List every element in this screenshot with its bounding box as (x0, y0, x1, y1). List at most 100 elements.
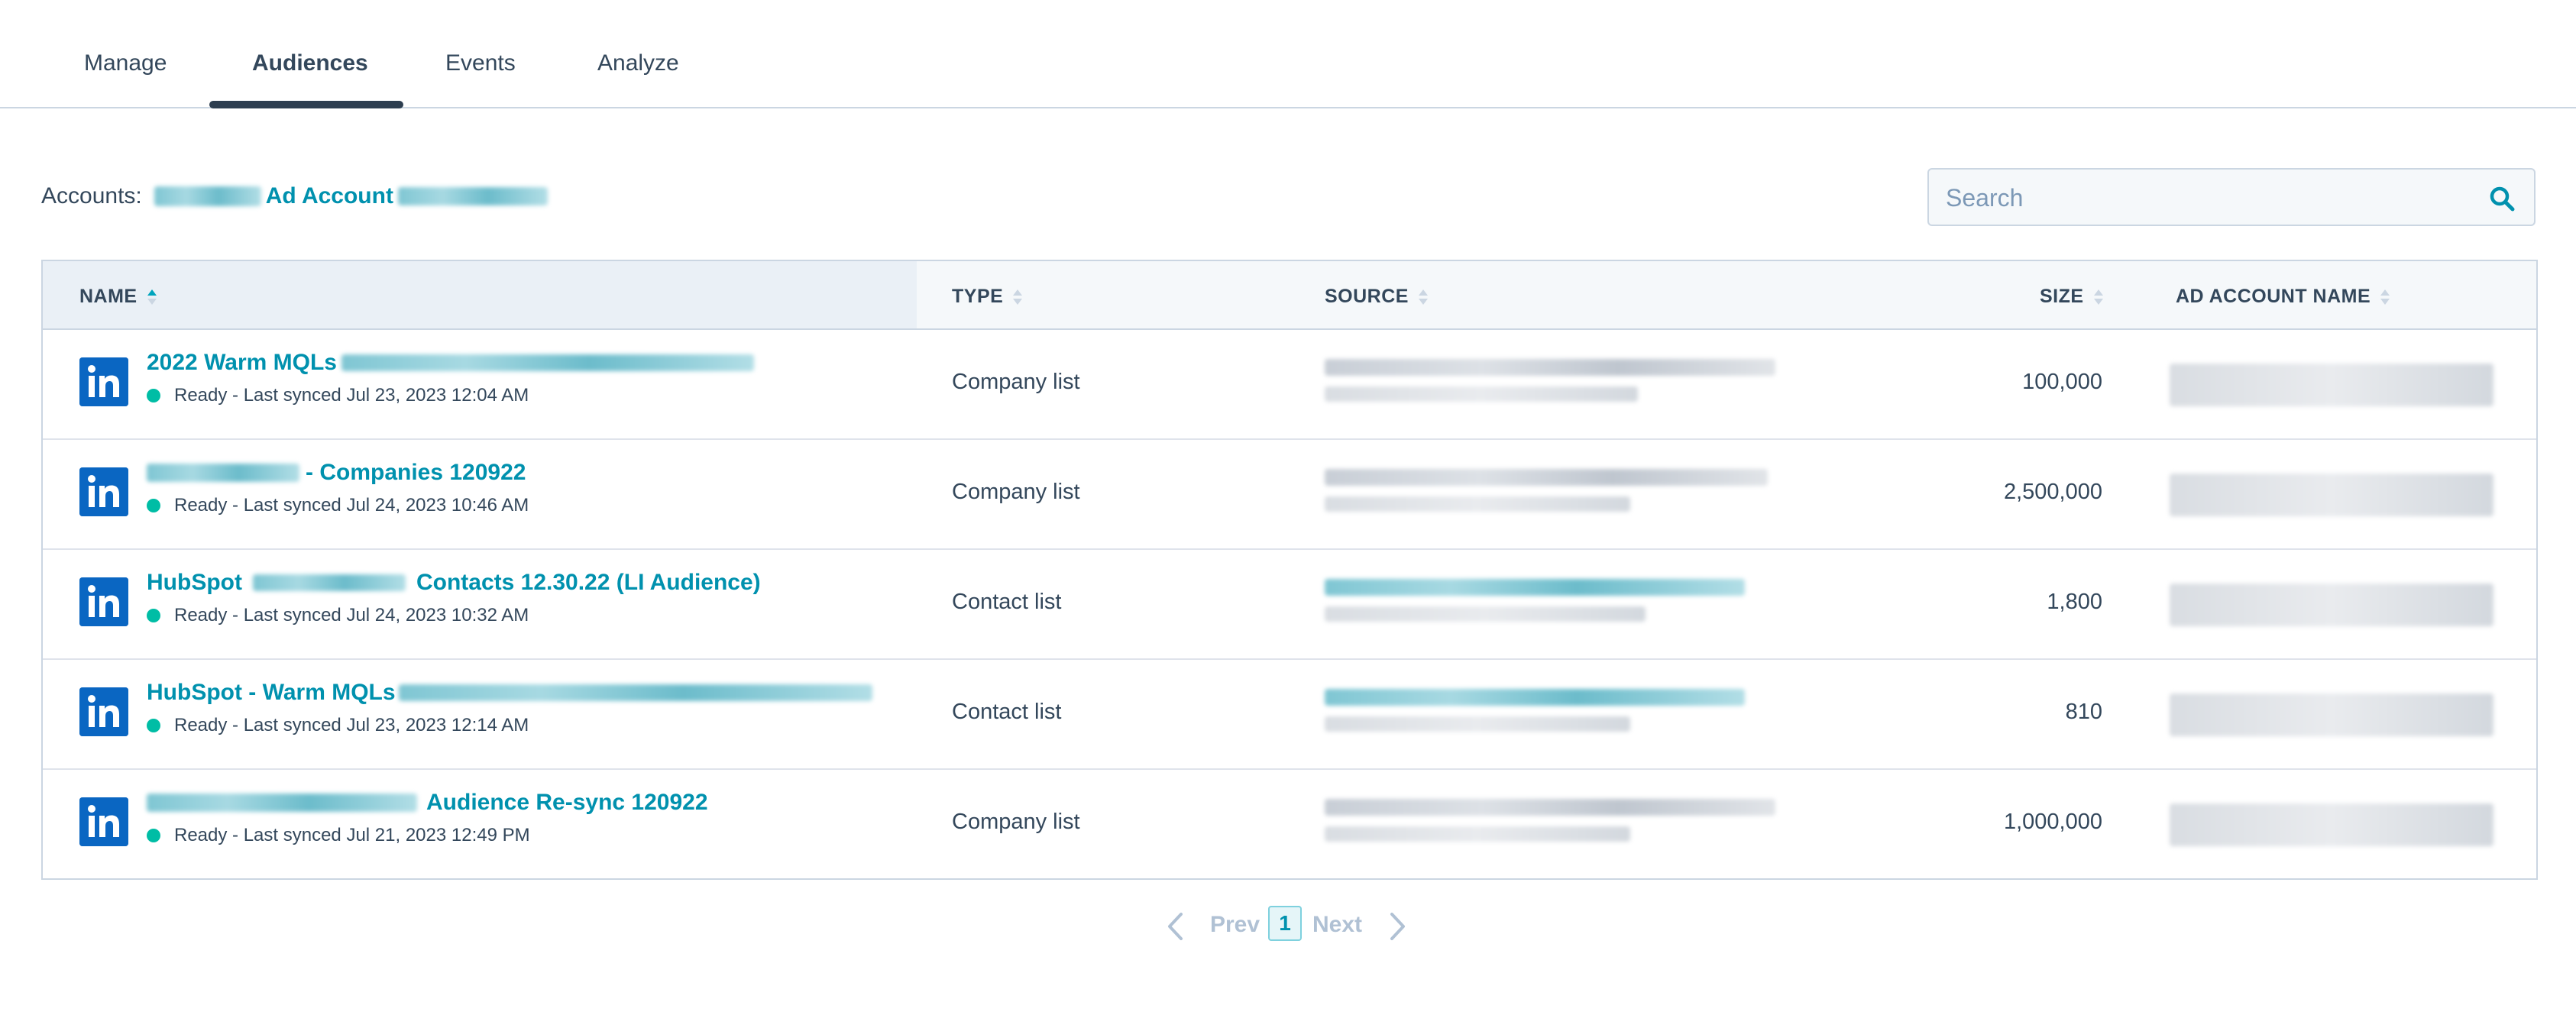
search-input[interactable] (1944, 170, 2467, 226)
account-selector-link[interactable]: Ad Account (266, 183, 393, 209)
audience-name-link[interactable]: HubSpot Contacts 12.30.22 (LI Audience) (147, 570, 761, 596)
source-cell-redacted (1325, 466, 1821, 527)
redacted-text (1325, 386, 1638, 402)
redacted-text (1325, 606, 1646, 622)
sync-status-text: Ready - Last synced Jul 24, 2023 10:32 A… (174, 605, 529, 626)
tab-bar: Manage Audiences Events Analyze (0, 0, 2576, 108)
search-icon[interactable] (2488, 185, 2516, 212)
accounts-label: Accounts: (41, 183, 142, 209)
redacted-text (1325, 496, 1630, 512)
audience-name-suffix: Contacts 12.30.22 (LI Audience) (416, 570, 761, 595)
redacted-text (1325, 579, 1745, 596)
audience-name-link[interactable]: 2022 Warm MQLs (147, 350, 754, 376)
ad-account-name-redacted (2170, 803, 2493, 846)
redacted-text (147, 794, 417, 812)
ad-account-name-redacted (2170, 584, 2493, 626)
column-header-label: TYPE (952, 286, 1004, 307)
active-tab-indicator (209, 101, 403, 108)
table-row: Audience Re-sync 120922 Ready - Last syn… (43, 768, 2536, 878)
sort-icon (2380, 289, 2390, 305)
linkedin-icon (79, 687, 128, 736)
redacted-text (252, 574, 406, 591)
column-header-label: NAME (79, 286, 138, 307)
status-ready-dot (147, 829, 160, 842)
source-cell-redacted (1325, 796, 1821, 857)
redacted-text (397, 187, 548, 205)
audiences-table: NAME TYPE SOURCE SIZE AD ACCOUNT NAME 20… (41, 260, 2538, 880)
status-ready-dot (147, 609, 160, 622)
column-header-source[interactable]: SOURCE (1325, 286, 1429, 308)
search-box (1927, 168, 2536, 226)
next-page-button[interactable]: Next (1312, 912, 1362, 938)
audience-name-text: HubSpot (147, 570, 242, 595)
sync-status-text: Ready - Last synced Jul 23, 2023 12:14 A… (174, 715, 529, 735)
linkedin-icon (79, 797, 128, 846)
tab-events[interactable]: Events (445, 50, 516, 76)
type-cell: Company list (952, 810, 1080, 834)
ad-account-name-redacted (2170, 474, 2493, 516)
table-header: NAME TYPE SOURCE SIZE AD ACCOUNT NAME (43, 261, 2536, 330)
audience-name-text: HubSpot - Warm MQLs (147, 680, 396, 705)
type-cell: Company list (952, 370, 1080, 394)
sync-status-text: Ready - Last synced Jul 23, 2023 12:04 A… (174, 385, 529, 406)
type-cell: Contact list (952, 590, 1062, 614)
size-cell: 100,000 (2022, 370, 2102, 394)
audience-name-suffix: - Companies 120922 (306, 460, 526, 485)
table-row: HubSpot Contacts 12.30.22 (LI Audience) … (43, 548, 2536, 660)
redacted-text (154, 186, 261, 206)
current-page-button[interactable]: 1 (1268, 906, 1302, 941)
table-row: HubSpot - Warm MQLs Ready - Last synced … (43, 658, 2536, 770)
column-header-size[interactable]: SIZE (2040, 286, 2104, 308)
column-header-type[interactable]: TYPE (952, 286, 1023, 308)
sort-icon (2093, 289, 2103, 305)
source-cell-redacted (1325, 356, 1821, 417)
chevron-left-icon[interactable] (1166, 912, 1184, 941)
audience-name-link[interactable]: HubSpot - Warm MQLs (147, 680, 872, 706)
linkedin-icon (79, 357, 128, 406)
sync-status: Ready - Last synced Jul 23, 2023 12:04 A… (147, 385, 529, 406)
sync-status-text: Ready - Last synced Jul 24, 2023 10:46 A… (174, 495, 529, 516)
size-cell: 810 (2065, 700, 2102, 724)
column-header-ad-account-name[interactable]: AD ACCOUNT NAME (2176, 286, 2390, 308)
column-header-label: SOURCE (1325, 286, 1409, 307)
linkedin-icon (79, 577, 128, 626)
redacted-text (1325, 469, 1768, 486)
sort-ascending-icon (147, 289, 157, 305)
tab-analyze[interactable]: Analyze (597, 50, 679, 76)
pagination: Prev 1 Next (0, 904, 2576, 947)
prev-page-button[interactable]: Prev (1210, 912, 1260, 938)
sync-status: Ready - Last synced Jul 24, 2023 10:46 A… (147, 495, 529, 516)
size-cell: 1,800 (2047, 590, 2102, 614)
source-cell-redacted (1325, 686, 1821, 747)
type-cell: Company list (952, 480, 1080, 504)
table-row: 2022 Warm MQLs Ready - Last synced Jul 2… (43, 328, 2536, 440)
tab-audiences[interactable]: Audiences (252, 50, 368, 76)
size-cell: 1,000,000 (2003, 810, 2102, 834)
chevron-right-icon[interactable] (1389, 912, 1407, 941)
ad-account-name-redacted (2170, 693, 2493, 736)
sync-status-text: Ready - Last synced Jul 21, 2023 12:49 P… (174, 825, 530, 845)
redacted-text (1325, 359, 1775, 376)
linkedin-icon (79, 467, 128, 516)
source-cell-redacted (1325, 576, 1821, 637)
redacted-text (398, 684, 872, 701)
sync-status: Ready - Last synced Jul 24, 2023 10:32 A… (147, 605, 529, 626)
ad-account-name-redacted (2170, 364, 2493, 406)
sort-icon (1013, 289, 1023, 305)
column-header-name[interactable]: NAME (79, 286, 157, 308)
audience-name-link[interactable]: - Companies 120922 (147, 460, 526, 486)
status-ready-dot (147, 389, 160, 402)
size-cell: 2,500,000 (2003, 480, 2102, 504)
accounts-filter: Accounts: Ad Account (41, 183, 548, 209)
audience-name-link[interactable]: Audience Re-sync 120922 (147, 790, 708, 816)
status-ready-dot (147, 719, 160, 732)
redacted-text (1325, 689, 1745, 706)
tab-manage[interactable]: Manage (84, 50, 167, 76)
column-header-label: AD ACCOUNT NAME (2176, 286, 2371, 307)
redacted-text (147, 464, 299, 482)
status-ready-dot (147, 499, 160, 512)
type-cell: Contact list (952, 700, 1062, 724)
redacted-text (1325, 716, 1630, 732)
redacted-text (341, 354, 754, 371)
column-header-label: SIZE (2040, 286, 2084, 307)
